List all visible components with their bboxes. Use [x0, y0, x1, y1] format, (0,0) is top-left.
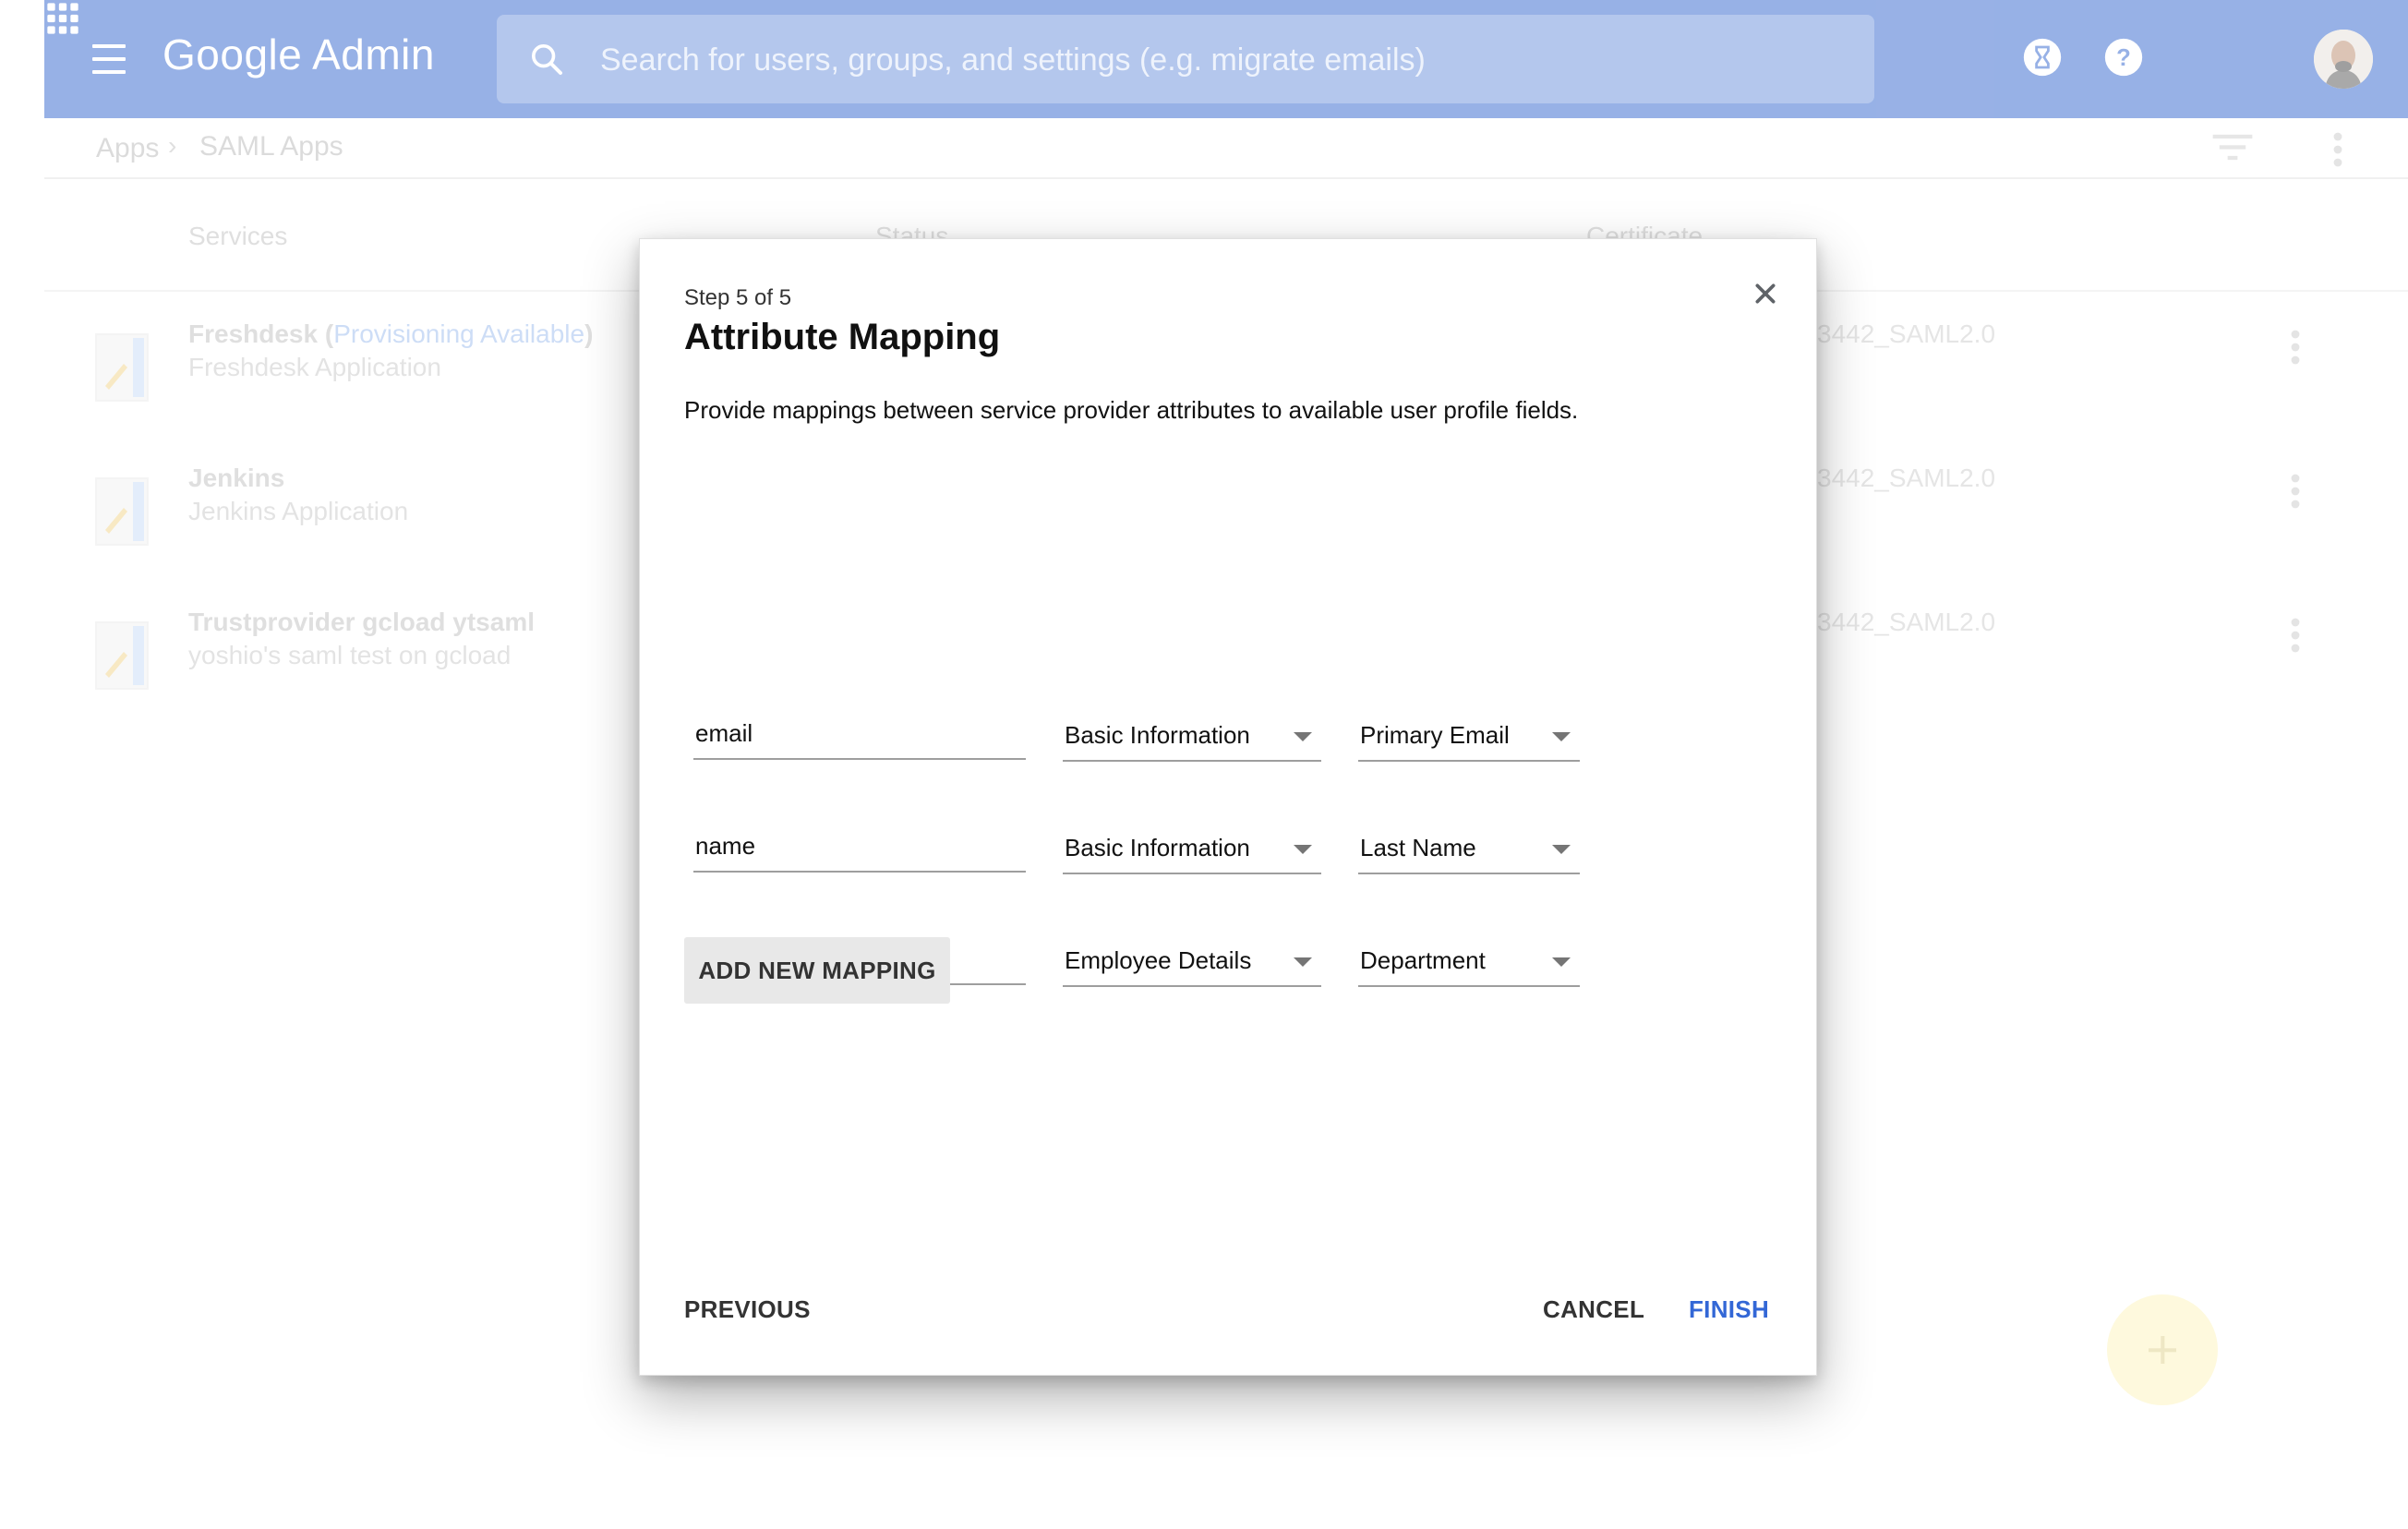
- dropdown-arrow-icon: [1294, 845, 1312, 854]
- step-indicator: Step 5 of 5: [684, 285, 792, 310]
- category-select[interactable]: Basic Information: [1063, 823, 1321, 874]
- mapping-row: Basic Information Primary Email: [640, 708, 1818, 791]
- category-select[interactable]: Employee Details: [1063, 935, 1321, 987]
- add-new-mapping-button[interactable]: ADD NEW MAPPING: [684, 937, 950, 1004]
- category-value: Basic Information: [1065, 834, 1250, 861]
- dropdown-arrow-icon: [1294, 957, 1312, 967]
- field-select[interactable]: Last Name: [1358, 823, 1580, 874]
- field-select[interactable]: Department: [1358, 935, 1580, 987]
- dropdown-arrow-icon: [1552, 732, 1571, 741]
- field-select[interactable]: Primary Email: [1358, 710, 1580, 762]
- dropdown-arrow-icon: [1294, 732, 1312, 741]
- dialog-title: Attribute Mapping: [684, 317, 1001, 357]
- attribute-mapping-dialog: Step 5 of 5 Attribute Mapping Provide ma…: [639, 238, 1817, 1376]
- previous-button[interactable]: PREVIOUS: [684, 1295, 811, 1324]
- attribute-name-input[interactable]: [693, 821, 1026, 873]
- close-icon[interactable]: [1753, 282, 1777, 306]
- dialog-description: Provide mappings between service provide…: [684, 396, 1579, 424]
- mapping-row: Basic Information Last Name: [640, 821, 1818, 904]
- attribute-name-input[interactable]: [693, 708, 1026, 760]
- dropdown-arrow-icon: [1552, 845, 1571, 854]
- finish-button[interactable]: FINISH: [1689, 1295, 1769, 1324]
- field-value: Last Name: [1360, 834, 1476, 861]
- field-value: Primary Email: [1360, 721, 1510, 749]
- category-value: Basic Information: [1065, 721, 1250, 749]
- category-value: Employee Details: [1065, 946, 1252, 974]
- dropdown-arrow-icon: [1552, 957, 1571, 967]
- field-value: Department: [1360, 946, 1486, 974]
- category-select[interactable]: Basic Information: [1063, 710, 1321, 762]
- cancel-button[interactable]: CANCEL: [1543, 1295, 1644, 1324]
